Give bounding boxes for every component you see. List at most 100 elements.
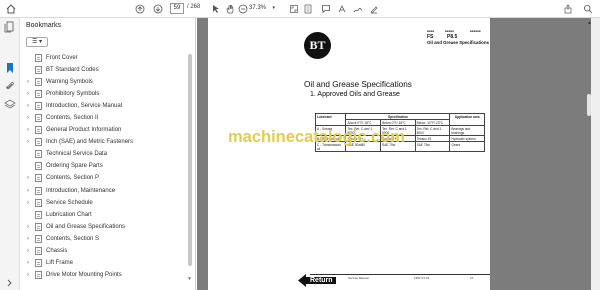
scroll-mode-icon[interactable]	[300, 1, 316, 17]
fill-sign-icon[interactable]	[366, 1, 382, 17]
bookmark-page-icon	[35, 198, 42, 207]
search-icon[interactable]	[580, 1, 596, 17]
bookmark-label: Lift Frame	[46, 259, 74, 266]
bookmark-page-icon	[35, 126, 42, 135]
chevron-right-icon[interactable]: ›	[23, 127, 33, 133]
bookmark-page-icon	[35, 162, 42, 171]
bookmark-label: Oil and Grease Specifications	[46, 223, 126, 230]
page-title: Oil and Grease Specifications	[304, 80, 412, 89]
bookmark-page-icon	[35, 270, 42, 279]
bookmark-label: Ordering Spare Parts	[46, 163, 103, 170]
scroll-down-icon[interactable]: ▼	[187, 276, 192, 282]
bookmark-item[interactable]: › Inch (SAE) and Metric Fasteners	[20, 136, 196, 148]
bookmark-item[interactable]: › Lift Frame	[20, 257, 196, 269]
bookmark-item[interactable]: › Oil and Grease Specifications	[20, 221, 196, 233]
bookmark-label: Drive Motor Mounting Points	[46, 271, 122, 278]
bookmark-item[interactable]: Ordering Spare Parts	[20, 160, 196, 172]
bookmark-label: Service Schedule	[46, 199, 93, 206]
layers-icon[interactable]	[4, 97, 16, 109]
chevron-right-icon[interactable]: ›	[23, 175, 33, 181]
chevron-right-icon[interactable]: ›	[23, 248, 33, 254]
bookmark-item[interactable]: › Prohibitory Symbols	[20, 88, 196, 100]
bookmark-page-icon	[35, 66, 42, 75]
bookmark-item[interactable]: › Warning Symbols	[20, 76, 196, 88]
bookmark-page-icon	[35, 138, 42, 147]
home-icon[interactable]	[3, 1, 19, 17]
bookmark-label: Chassis	[46, 247, 68, 254]
bookmark-page-icon	[35, 246, 42, 255]
chevron-right-icon[interactable]: ›	[23, 236, 33, 242]
footer-left: Service Manual	[348, 276, 369, 280]
document-viewport[interactable]: BT ■■■■ ■■■■■ ■■■■■■ FS P8.5 Oil and Gre…	[197, 18, 600, 290]
bookmark-item[interactable]: › Service Schedule	[20, 197, 196, 209]
share-icon[interactable]	[560, 1, 576, 17]
bookmark-item[interactable]: › Introduction, Service Manual	[20, 100, 196, 112]
zoom-value: 37.3%	[249, 5, 267, 11]
chevron-right-icon[interactable]: ›	[23, 139, 33, 145]
bookmark-item[interactable]: › Chassis	[20, 245, 196, 257]
bookmark-label: Technical Service Data	[46, 151, 108, 158]
bookmark-page-icon	[35, 78, 42, 87]
bookmark-label: Prohibitory Symbols	[46, 91, 100, 98]
page-number-input[interactable]: 59	[170, 3, 184, 14]
bookmark-item[interactable]: › Introduction, Maintenance	[20, 185, 196, 197]
bookmark-options-button[interactable]: ☰ ▾	[26, 37, 48, 47]
bookmark-page-icon	[35, 102, 42, 111]
bookmark-item[interactable]: › General Product Information	[20, 124, 196, 136]
comment-icon[interactable]	[318, 1, 334, 17]
expand-panel-icon[interactable]	[4, 276, 16, 288]
bookmark-page-icon	[35, 90, 42, 99]
table-header: Lubricant	[314, 113, 347, 126]
bookmark-page-icon	[35, 54, 42, 63]
header-label: ■■■■■	[445, 29, 455, 33]
table-cell: Tex. Ret. C and 1 8000	[414, 125, 451, 136]
chevron-down-icon: ▾	[272, 5, 275, 11]
bookmark-item[interactable]: Lubrication Chart	[20, 209, 196, 221]
bookmark-item[interactable]: › Contents, Section II	[20, 112, 196, 124]
chevron-right-icon[interactable]: ›	[23, 103, 33, 109]
scrollbar-thumb[interactable]	[188, 54, 192, 266]
chevron-right-icon[interactable]: ›	[23, 260, 33, 266]
bookmark-list: Front Cover BT Standard Codes › Warning Sym…	[20, 52, 196, 281]
bookmark-icon[interactable]	[4, 61, 16, 73]
bookmark-label: Front Cover	[46, 55, 78, 62]
bookmark-label: Inch (SAE) and Metric Fasteners	[46, 139, 134, 146]
bookmark-label: Contents, Section P	[46, 175, 100, 182]
zoom-select[interactable]: 37.3% ▾	[247, 3, 277, 14]
bookmark-page-icon	[35, 258, 42, 267]
bookmark-label: Warning Symbols	[46, 79, 93, 86]
attachment-icon[interactable]	[4, 79, 16, 91]
bookmark-item[interactable]: Technical Service Data	[20, 148, 196, 160]
bookmark-page-icon	[35, 210, 42, 219]
bookmark-label: Introduction, Maintenance	[46, 187, 116, 194]
footer-rule	[310, 274, 490, 275]
return-button[interactable]: Return	[298, 274, 336, 287]
bookmark-label: Contents, Section II	[46, 115, 99, 122]
download-icon[interactable]	[150, 1, 166, 17]
footer-date: 1997-07-15	[414, 276, 430, 280]
bookmark-item[interactable]: › Contents, Section S	[20, 233, 196, 245]
section-heading: 1. Approved Oils and Grease	[310, 91, 400, 98]
chevron-right-icon[interactable]: ›	[23, 200, 33, 206]
chevron-right-icon[interactable]: ›	[23, 224, 33, 230]
page-thumbnails-icon[interactable]	[4, 20, 16, 33]
bookmark-page-icon	[35, 114, 42, 123]
table-header: Application area	[449, 113, 485, 126]
chevron-right-icon[interactable]: ›	[23, 79, 33, 85]
bookmark-scrollbar[interactable]: ▼	[187, 54, 192, 284]
upload-icon[interactable]	[132, 1, 148, 17]
watermark: machinecatalogic.com	[228, 128, 405, 146]
bookmark-item[interactable]: › Drive Motor Mounting Points	[20, 269, 196, 281]
chevron-right-icon[interactable]: ›	[23, 91, 33, 97]
bookmark-page-icon	[35, 234, 42, 243]
pdf-page: BT ■■■■ ■■■■■ ■■■■■■ FS P8.5 Oil and Gre…	[208, 18, 490, 290]
header-label: ■■■■■■	[470, 29, 481, 33]
highlight-icon[interactable]	[334, 1, 350, 17]
bookmark-item[interactable]: BT Standard Codes	[20, 64, 196, 76]
bookmark-item[interactable]: › Contents, Section P	[20, 172, 196, 184]
chevron-right-icon[interactable]: ›	[23, 188, 33, 194]
chevron-right-icon[interactable]: ›	[23, 115, 33, 121]
chevron-right-icon[interactable]: ›	[23, 272, 33, 278]
bookmark-item[interactable]: Front Cover	[20, 52, 196, 64]
sign-icon[interactable]	[350, 1, 366, 17]
